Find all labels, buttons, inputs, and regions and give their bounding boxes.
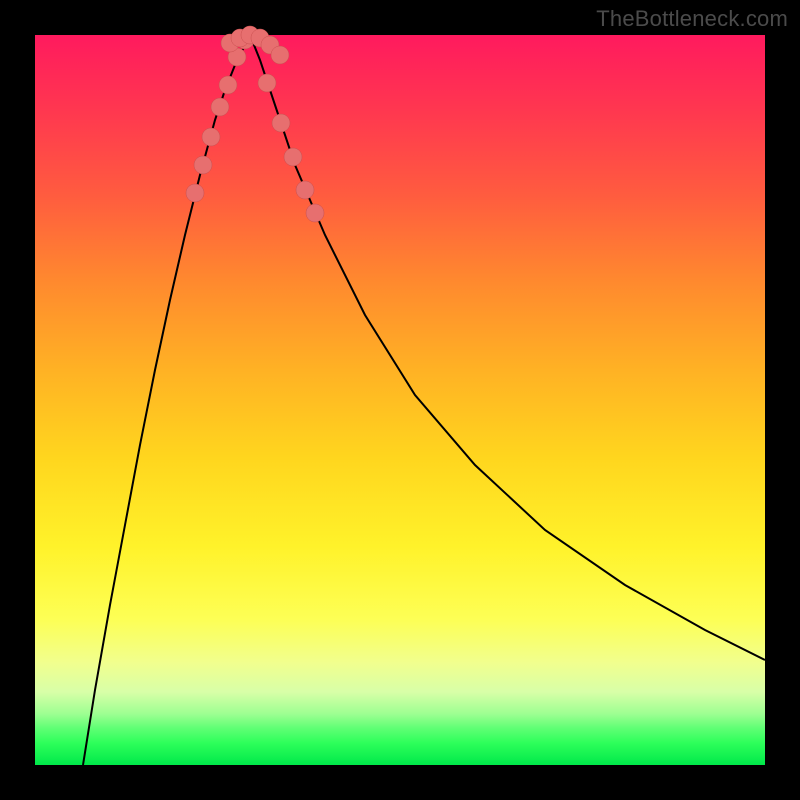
data-marker — [258, 74, 276, 92]
data-marker — [186, 184, 204, 202]
data-marker — [211, 98, 229, 116]
data-marker — [272, 114, 290, 132]
data-marker — [284, 148, 302, 166]
data-marker — [296, 181, 314, 199]
data-marker — [306, 204, 324, 222]
watermark-text: TheBottleneck.com — [596, 6, 788, 32]
curve-left-branch — [83, 35, 250, 765]
data-marker — [202, 128, 220, 146]
data-marker — [219, 76, 237, 94]
chart-frame: TheBottleneck.com — [0, 0, 800, 800]
curve-right-branch — [250, 35, 765, 660]
curve-layer — [35, 35, 765, 765]
data-marker — [271, 46, 289, 64]
marker-layer — [186, 26, 324, 222]
plot-area — [35, 35, 765, 765]
data-marker — [194, 156, 212, 174]
